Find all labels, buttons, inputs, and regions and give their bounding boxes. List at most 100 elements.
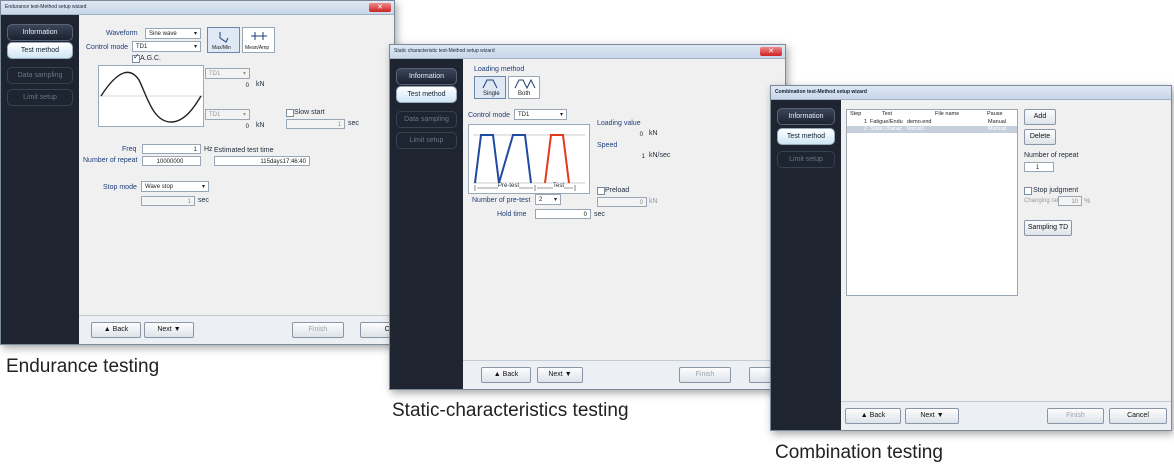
waveform-label: Waveform	[106, 30, 138, 37]
bottom-channel-select[interactable]: TD1	[205, 109, 250, 121]
control-mode-label: Control mode	[468, 112, 511, 119]
changing-rate-field[interactable]: 10	[1058, 196, 1082, 206]
bottom-value-field[interactable]: 0	[205, 121, 253, 131]
control-mode-select[interactable]: TD1	[514, 109, 567, 121]
meanamp-icon	[251, 32, 267, 40]
maxmin-toggle[interactable]: Max/Min	[207, 27, 240, 53]
static-window: Static characteristic test-Method setup …	[389, 44, 786, 390]
window-title: Endurance test-Method setup wizard	[5, 4, 87, 10]
single-toggle[interactable]: Single	[474, 76, 506, 99]
maxmin-label: Max/Min	[212, 45, 231, 51]
both-icon	[514, 78, 536, 90]
bottom-unit-label: kN	[256, 122, 265, 129]
sidebar: Information Test method Data sampling Li…	[1, 15, 79, 344]
add-button[interactable]: Add	[1024, 109, 1056, 125]
nav-limit-setup[interactable]: Limit setup	[7, 89, 73, 106]
nav-data-sampling[interactable]: Data sampling	[396, 111, 457, 128]
preload-label: Preload	[605, 187, 630, 194]
back-button[interactable]: ▲ Back	[481, 367, 531, 383]
combination-titlebar: Combination test-Method setup wizard	[771, 86, 1171, 100]
both-label: Both	[518, 91, 531, 97]
meanamp-label: Mean/Amp	[245, 45, 270, 51]
test-label: Test	[553, 183, 565, 189]
row-file: demo.end	[907, 119, 932, 125]
stop-judgment-label: Stop judgment	[1033, 187, 1079, 194]
repeat-label: Number of repeat	[83, 157, 138, 164]
preload-checkbox[interactable]	[597, 187, 605, 195]
maxmin-icon	[219, 32, 229, 43]
bottom-bar: ▲ Back Next ▼ Finish Canc	[79, 315, 394, 344]
table-row[interactable]: 2 Static charac test.stc Manual	[847, 126, 1017, 133]
bottom-bar: ▲ Back Next ▼ Finish Can	[463, 360, 785, 389]
close-button[interactable]: ✕	[760, 47, 782, 56]
header-test: Test	[882, 111, 893, 117]
stop-sec-field[interactable]: 1	[141, 196, 195, 206]
loading-method-label: Loading method	[474, 66, 525, 73]
row-step: 1	[864, 119, 868, 125]
nav-limit-setup[interactable]: Limit setup	[777, 151, 835, 168]
next-button[interactable]: Next ▼	[537, 367, 583, 383]
repeat-field[interactable]: 1	[1024, 162, 1054, 172]
finish-button[interactable]: Finish	[679, 367, 731, 383]
nav-limit-setup[interactable]: Limit setup	[396, 132, 457, 149]
agc-checkbox[interactable]	[132, 52, 140, 63]
nav-information[interactable]: Information	[777, 108, 835, 125]
bottom-bar: ▲ Back Next ▼ Finish Cancel	[841, 401, 1171, 430]
endurance-window: Endurance test-Method setup wizard ✕ Inf…	[0, 0, 395, 345]
stop-mode-select[interactable]: Wave stop	[141, 181, 209, 193]
repeat-label: Number of repeat	[1024, 152, 1079, 159]
slow-start-label: Slow start	[294, 109, 325, 116]
window-title: Combination test-Method setup wizard	[775, 89, 867, 95]
back-button[interactable]: ▲ Back	[91, 322, 141, 338]
nav-test-method[interactable]: Test method	[396, 86, 457, 103]
preload-unit: kN	[649, 198, 658, 205]
waveform-select[interactable]: Sine wave	[145, 28, 201, 40]
close-button[interactable]: ✕	[369, 3, 391, 12]
stop-sec-label: sec	[198, 197, 209, 204]
speed-field[interactable]: 1	[597, 151, 649, 161]
num-pretest-select[interactable]: 2	[535, 194, 561, 206]
sampling-td-button[interactable]: Sampling TD	[1024, 220, 1072, 236]
cancel-button[interactable]: Cancel	[1109, 408, 1167, 424]
finish-button[interactable]: Finish	[292, 322, 344, 338]
both-toggle[interactable]: Both	[508, 76, 540, 99]
nav-test-method[interactable]: Test method	[777, 128, 835, 145]
nav-data-sampling[interactable]: Data sampling	[7, 67, 73, 84]
step-table: Step Test File name Pause 1 Fatigue/Endu…	[846, 109, 1018, 296]
freq-field[interactable]: 1	[142, 144, 201, 154]
header-file-name: File name	[935, 111, 960, 117]
sine-wave-graph	[98, 65, 204, 127]
nav-information[interactable]: Information	[396, 68, 457, 85]
stop-judgment-checkbox[interactable]	[1024, 187, 1032, 195]
delete-button[interactable]: Delete	[1024, 129, 1056, 145]
nav-test-method[interactable]: Test method	[7, 42, 73, 59]
meanamp-toggle[interactable]: Mean/Amp	[242, 27, 275, 53]
row-file: test.stc	[907, 126, 925, 132]
control-mode-label: Control mode	[86, 44, 129, 51]
speed-label: Speed	[597, 142, 618, 149]
top-channel-select[interactable]: TD1	[205, 68, 250, 80]
repeat-field[interactable]: 10000000	[142, 156, 201, 166]
slow-start-checkbox[interactable]	[286, 109, 294, 117]
preload-field[interactable]: 0	[597, 197, 647, 207]
percent-label: %	[1084, 198, 1091, 205]
finish-button[interactable]: Finish	[1047, 408, 1104, 424]
control-mode-select[interactable]: TD1	[132, 41, 201, 53]
row-test: Static charac	[870, 126, 902, 132]
hold-time-field[interactable]: 0	[535, 209, 591, 219]
single-label: Single	[483, 91, 500, 97]
est-time-field: 115days17:46:40	[214, 156, 310, 166]
row-pause: Manual	[988, 126, 1007, 132]
table-row[interactable]: 1 Fatigue/Endu demo.end Manual	[847, 119, 1017, 126]
nav-information[interactable]: Information	[7, 24, 73, 41]
back-button[interactable]: ▲ Back	[845, 408, 901, 424]
next-button[interactable]: Next ▼	[144, 322, 194, 338]
changing-rate-label: Changing rate	[1024, 198, 1062, 204]
top-value-field[interactable]: 0	[205, 80, 253, 90]
caption-endurance: Endurance testing	[6, 356, 160, 377]
next-button[interactable]: Next ▼	[905, 408, 959, 424]
slow-start-field[interactable]: 1	[286, 119, 345, 129]
static-titlebar: Static characteristic test-Method setup …	[390, 45, 785, 59]
combination-window: Combination test-Method setup wizard Inf…	[770, 85, 1172, 431]
loading-value-field[interactable]: 0	[597, 129, 647, 139]
